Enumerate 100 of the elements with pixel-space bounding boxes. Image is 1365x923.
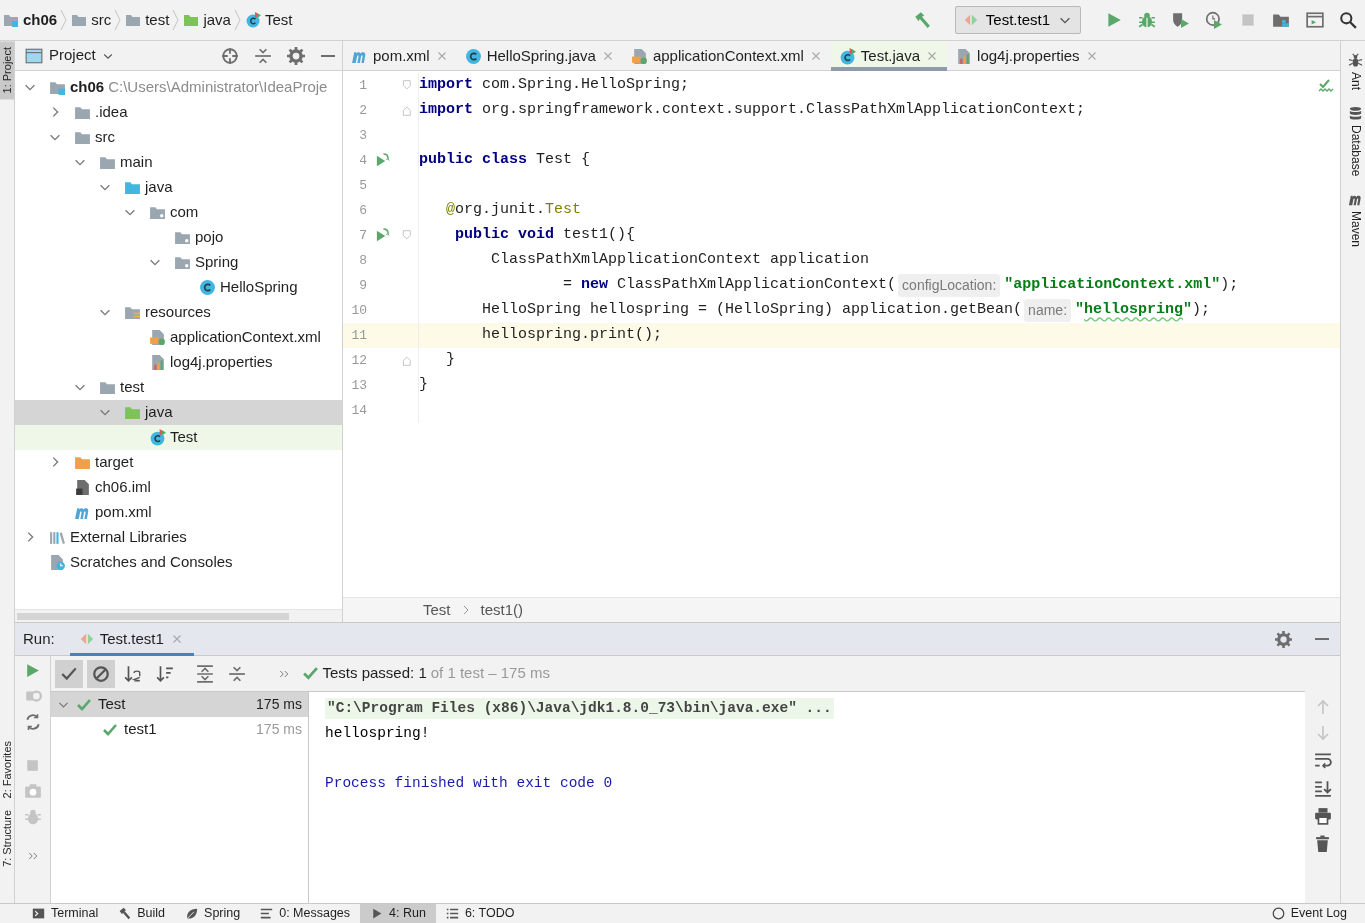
tree-row[interactable]: pom.xml (15, 499, 342, 525)
tool-window-button[interactable]: Build (108, 904, 176, 923)
tree-row[interactable]: Test (15, 424, 342, 450)
settings-icon[interactable] (1274, 630, 1292, 648)
coverage-icon[interactable] (1171, 11, 1190, 29)
breadcrumb-item[interactable]: Test (423, 598, 451, 622)
panel-title[interactable]: Project (49, 44, 96, 67)
tree-row[interactable]: Scratches and Consoles (15, 549, 342, 575)
breadcrumb-item[interactable]: src (68, 8, 115, 32)
tool-window-button[interactable]: Spring (175, 904, 251, 923)
run-gutter-icon[interactable] (374, 153, 390, 168)
tool-window-button[interactable]: Terminal (22, 904, 109, 923)
test-row[interactable]: Test 175 ms (51, 692, 308, 717)
window-icon[interactable] (1305, 11, 1324, 29)
sort-by-duration-icon[interactable] (156, 664, 174, 683)
parameter-hint: name: (1024, 299, 1072, 322)
tree-row[interactable]: java (15, 399, 342, 425)
leaf-icon (185, 907, 199, 920)
show-ignored-toggle[interactable] (87, 659, 115, 688)
print-icon[interactable] (1313, 807, 1332, 825)
test-duration: 175 ms (256, 720, 302, 739)
tool-window-tab[interactable]: Ant (1341, 49, 1365, 102)
code-text: hellospring.print(); (481, 325, 663, 346)
run-configuration-dropdown[interactable]: Test.test1 (954, 6, 1081, 34)
tree-label: Scratches and Consoles (70, 552, 233, 572)
search-icon[interactable] (1339, 11, 1357, 29)
tree-row[interactable]: pojo (15, 224, 342, 250)
folder-icon (125, 12, 142, 28)
trash-icon[interactable] (1314, 835, 1331, 852)
folder-icon (183, 12, 200, 28)
module-file-icon (74, 478, 91, 496)
database-icon (1348, 106, 1363, 121)
tree-row[interactable]: resources (15, 299, 342, 325)
run-icon[interactable] (24, 662, 41, 679)
tree-row[interactable]: com (15, 199, 342, 225)
tree-label: java (145, 402, 173, 422)
tool-window-button[interactable]: 0: Messages (250, 904, 361, 923)
locate-icon[interactable] (221, 46, 239, 65)
breadcrumb-item[interactable]: ch06 (0, 8, 61, 32)
collapse-all-icon[interactable] (254, 46, 272, 65)
tree-row[interactable]: src (15, 124, 342, 150)
tree-label: resources (145, 302, 211, 322)
profiler-icon[interactable] (1205, 11, 1223, 29)
soft-wrap-icon[interactable] (1313, 751, 1332, 769)
collapse-all-icon[interactable] (227, 664, 246, 683)
tree-row[interactable]: java (15, 174, 342, 200)
breadcrumb-item[interactable]: Test (241, 8, 296, 32)
tree-row[interactable]: ch06.iml (15, 474, 342, 500)
tree-label: pom.xml (95, 502, 152, 522)
tool-window-tab[interactable]: Database (1341, 102, 1365, 189)
debug-icon[interactable] (1138, 11, 1156, 29)
editor-tab[interactable]: log4j.properties (947, 41, 1107, 71)
test-status-detail: of 1 test – 175 ms (430, 663, 550, 684)
tool-window-tab[interactable]: 7: Structure (0, 804, 14, 873)
tool-window-button[interactable]: Event Log (1261, 904, 1357, 923)
test-row[interactable]: test1 175 ms (51, 717, 308, 742)
sort-alphabetically-icon[interactable] (124, 664, 142, 683)
tree-row[interactable]: ch06 C:\Users\Administrator\IdeaProje (15, 74, 342, 100)
tree-label: test (120, 377, 145, 397)
editor-tab[interactable]: pom.xml (343, 41, 457, 71)
tree-row[interactable]: log4j.properties (15, 349, 342, 375)
more-icon[interactable] (26, 850, 39, 862)
check-icon (301, 665, 319, 682)
editor-tab[interactable]: applicationContext.xml (622, 41, 831, 71)
tree-row[interactable]: .idea (15, 99, 342, 125)
scroll-to-end-icon[interactable] (1313, 779, 1332, 797)
tree-row[interactable]: test (15, 374, 342, 400)
line-number: 2 (358, 101, 367, 120)
test-class-icon (838, 47, 856, 65)
code-text: @org.junit.Test (445, 200, 582, 221)
hammer-icon (118, 907, 132, 920)
tree-label: HelloSpring (220, 277, 298, 297)
tree-row[interactable]: Spring (15, 249, 342, 275)
tree-label: ch06 (70, 77, 105, 97)
test-status: Tests passed: 1 (322, 663, 427, 684)
run-gutter-icon[interactable] (374, 228, 390, 243)
tool-window-button[interactable]: 6: TODO (435, 904, 525, 923)
tree-row[interactable]: main (15, 149, 342, 175)
breadcrumb-item[interactable]: test1() (480, 598, 524, 622)
breadcrumb-item[interactable]: test (122, 8, 173, 32)
expand-all-icon[interactable] (195, 664, 214, 683)
xml-file-icon (149, 328, 166, 346)
tool-window-tab[interactable]: Maven (1341, 188, 1365, 260)
tree-row[interactable]: applicationContext.xml (15, 324, 342, 350)
project-structure-icon[interactable] (1272, 11, 1290, 29)
settings-icon[interactable] (287, 46, 305, 65)
editor-tab[interactable]: HelloSpring.java (456, 41, 623, 71)
run-tab[interactable]: Test.test1 (69, 622, 194, 656)
line-number: 6 (358, 201, 367, 220)
inspection-ok-icon (1318, 77, 1334, 94)
tree-row[interactable]: target (15, 449, 342, 475)
scrollbar-thumb[interactable] (17, 613, 289, 620)
tree-row[interactable]: HelloSpring (15, 274, 342, 300)
tool-window-tab[interactable]: 1: Project (0, 41, 14, 100)
editor-tab[interactable]: Test.java (830, 41, 948, 71)
breadcrumb-item[interactable]: java (180, 8, 234, 32)
tree-row[interactable]: External Libraries (15, 524, 342, 550)
show-passed-toggle[interactable] (55, 659, 83, 688)
tool-window-button[interactable]: 4: Run (360, 904, 436, 923)
tool-window-tab[interactable]: 2: Favorites (0, 734, 14, 805)
